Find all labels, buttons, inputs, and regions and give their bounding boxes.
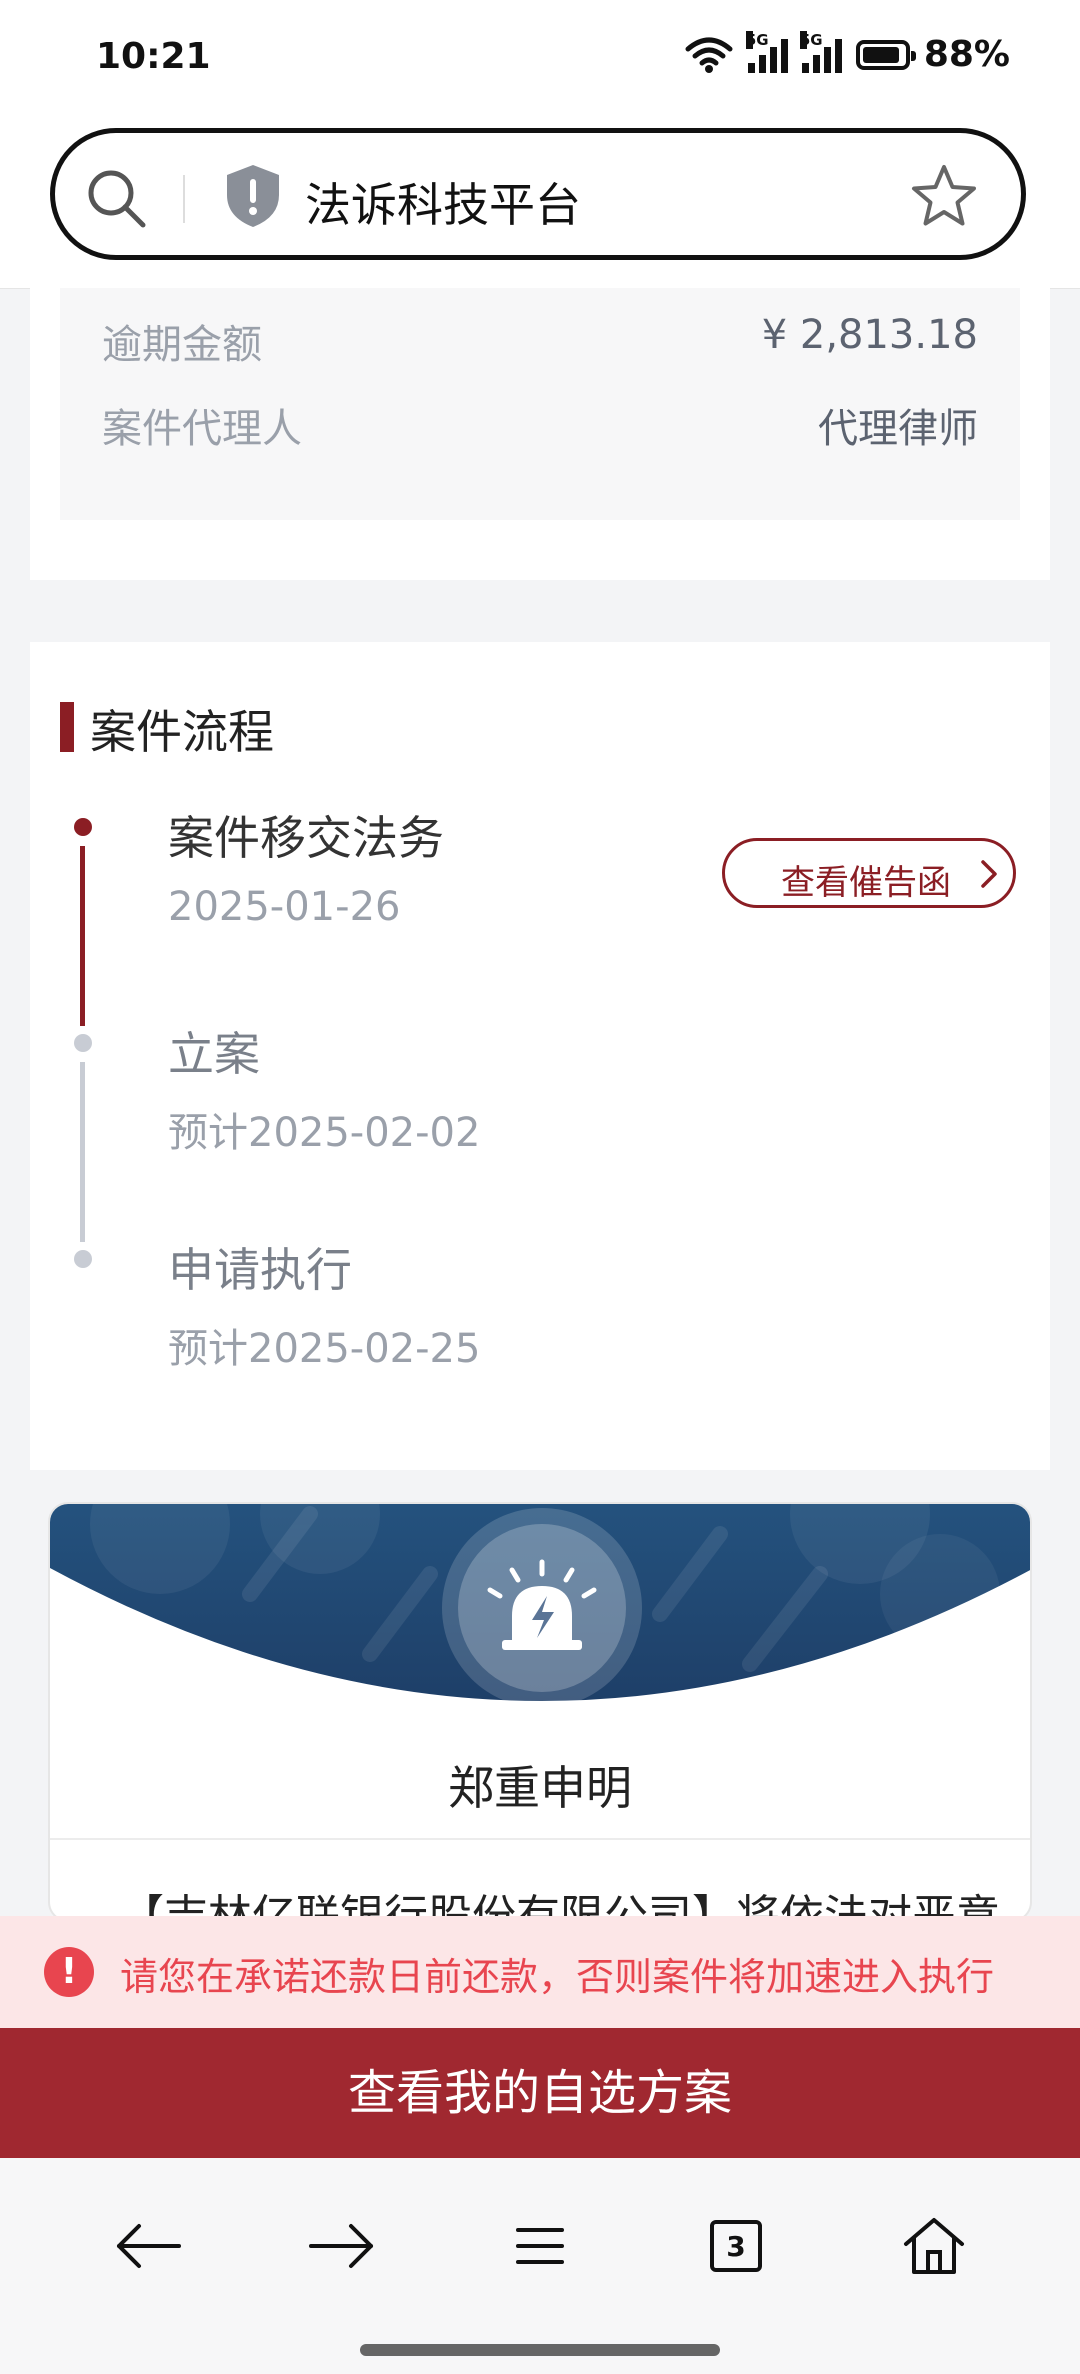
section-marker	[60, 702, 74, 752]
view-demand-letter-button[interactable]: 查看催告函	[722, 838, 1016, 908]
case-info-card: 逾期金额 ¥ 2,813.18 案件代理人 代理律师	[30, 288, 1050, 580]
divider	[50, 1838, 1030, 1840]
page-title: 法诉科技平台	[305, 178, 581, 232]
menu-button[interactable]	[500, 2206, 580, 2286]
chevron-right-icon	[981, 860, 997, 888]
search-icon[interactable]	[85, 167, 149, 231]
home-icon	[904, 2218, 964, 2274]
browser-bottom-nav: 3	[0, 2158, 1080, 2374]
declaration-banner	[50, 1504, 1030, 1708]
step-date: 预计2025-02-25	[168, 1326, 481, 1372]
battery-percent: 88%	[923, 34, 1010, 75]
star-icon[interactable]	[909, 161, 979, 231]
info-label: 逾期金额	[102, 322, 262, 368]
address-bar[interactable]: 法诉科技平台	[50, 128, 1026, 260]
declaration-title: 郑重申明	[448, 1761, 632, 1815]
timeline-line-done	[80, 846, 85, 1026]
info-value: ¥ 2,813.18	[761, 312, 978, 358]
timeline-dot-active	[74, 818, 92, 836]
step-date: 预计2025-02-02	[168, 1110, 481, 1156]
status-bar: 10:21 5G 5G 88%	[0, 0, 1080, 120]
step-title: 申请执行	[168, 1243, 352, 1297]
info-label: 案件代理人	[102, 406, 302, 452]
warning-text: 请您在承诺还款日前还款，否则案件将加速进入执行	[120, 1955, 995, 1999]
battery-icon	[855, 39, 916, 70]
network-type-label: 5G	[799, 30, 823, 49]
arrow-right-icon	[309, 2224, 373, 2268]
exclamation-icon: !	[44, 1947, 94, 1997]
view-plan-button[interactable]: 查看我的自选方案	[0, 2028, 1080, 2158]
step-title: 立案	[168, 1027, 260, 1081]
signal-icon: 5G	[745, 30, 788, 73]
signal-icon: 5G	[799, 30, 842, 73]
timeline-line	[80, 1062, 85, 1242]
status-time: 10:21	[96, 36, 211, 77]
status-icons: 5G 5G 88%	[684, 30, 1010, 75]
step-title: 案件移交法务	[168, 811, 444, 865]
tabs-button[interactable]: 3	[696, 2206, 776, 2286]
case-process-card: 案件流程 案件移交法务 2025-01-26 查看催告函 立案 预计2025-0…	[30, 642, 1050, 1470]
separator	[183, 175, 185, 223]
timeline-dot	[74, 1250, 92, 1268]
shield-icon[interactable]	[223, 163, 283, 229]
wifi-icon	[685, 37, 733, 73]
declaration-card: 郑重申明 【吉林亿联银行股份有限公司】将依法对恶意	[48, 1502, 1032, 1922]
timeline-dot	[74, 1034, 92, 1052]
back-button[interactable]	[108, 2206, 188, 2286]
home-indicator[interactable]	[360, 2344, 720, 2356]
warning-banner: ! 请您在承诺还款日前还款，否则案件将加速进入执行	[0, 1916, 1080, 2028]
case-info-box: 逾期金额 ¥ 2,813.18 案件代理人 代理律师	[60, 288, 1020, 520]
tab-count-icon: 3	[710, 2220, 762, 2272]
forward-button[interactable]	[302, 2206, 382, 2286]
arrow-left-icon	[117, 2224, 181, 2268]
info-row-agent: 案件代理人 代理律师	[102, 396, 978, 456]
network-type-label: 5G	[745, 30, 769, 49]
menu-icon	[516, 2228, 564, 2264]
info-value: 代理律师	[818, 406, 978, 452]
button-label: 查看催告函	[781, 863, 951, 903]
home-button[interactable]	[894, 2206, 974, 2286]
section-title: 案件流程	[90, 705, 274, 759]
step-date: 2025-01-26	[168, 884, 401, 930]
info-row-overdue: 逾期金额 ¥ 2,813.18	[102, 312, 978, 372]
browser-toolbar: 法诉科技平台	[0, 120, 1080, 289]
